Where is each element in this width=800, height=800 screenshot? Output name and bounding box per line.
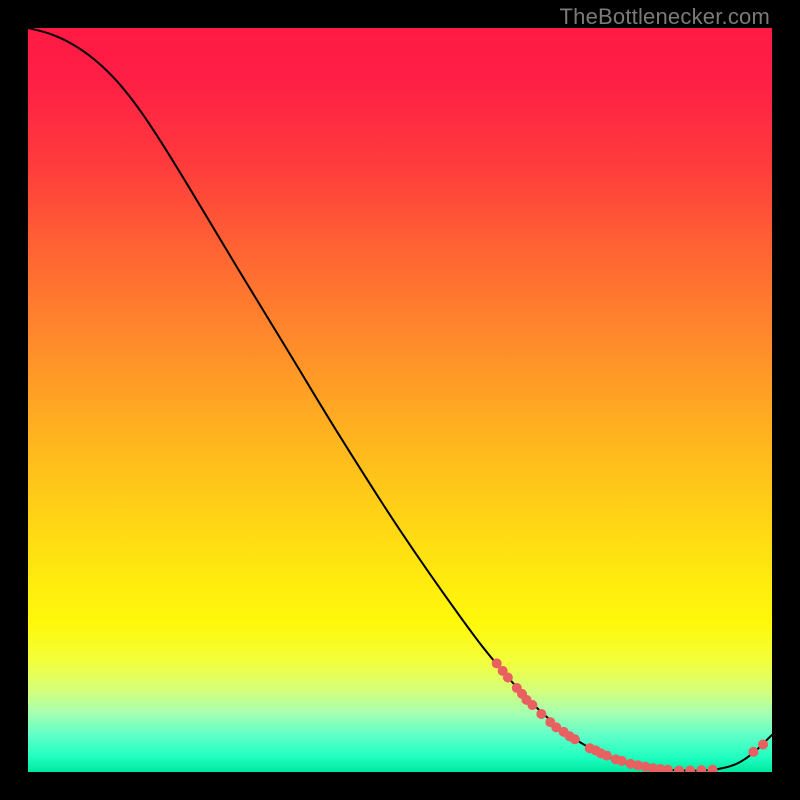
chart-data-point [602,751,612,761]
watermark-text: TheBottlenecker.com [560,4,770,30]
chart-data-point [748,747,758,757]
chart-data-point [536,709,546,719]
chart-frame [28,28,772,772]
chart-background [28,28,772,772]
chart-data-point [570,734,580,744]
chart-data-point [617,756,627,766]
chart-data-point [503,673,513,683]
chart-data-point [527,700,537,710]
chart-data-point [758,739,768,749]
chart-plot-area [28,28,772,772]
